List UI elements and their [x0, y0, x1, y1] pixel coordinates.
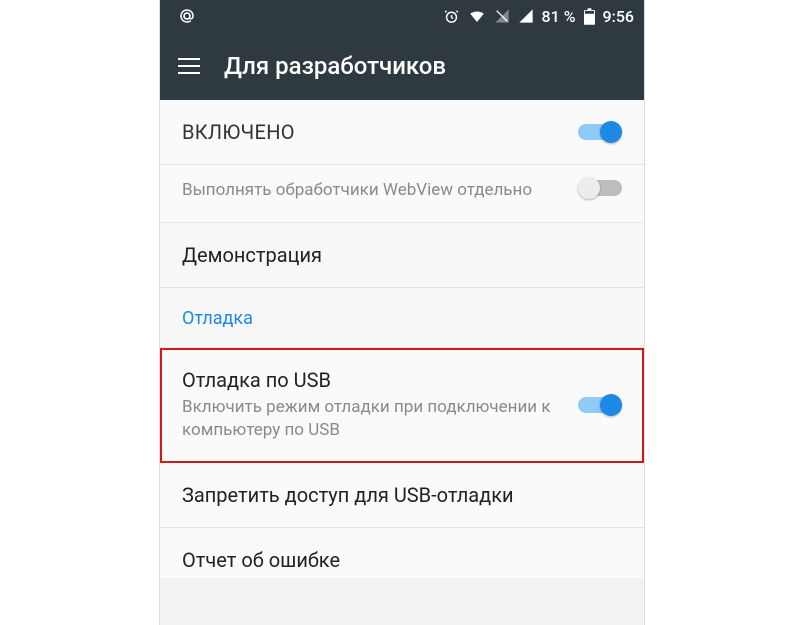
revoke-usb-label: Запретить доступ для USB-отладки [182, 483, 622, 507]
phone-frame: 81 % 9:56 Для разработчиков ВКЛЮЧЕНО Вып… [160, 0, 644, 625]
app-bar: Для разработчиков [160, 32, 644, 100]
settings-list: ВКЛЮЧЕНО Выполнять обработчики WebView о… [160, 100, 644, 578]
usb-debug-toggle[interactable] [578, 393, 622, 417]
webview-row[interactable]: Выполнять обработчики WebView отдельно [160, 165, 644, 223]
usb-debug-description: Включить режим отладки при подключении к… [182, 396, 558, 442]
wifi-icon [468, 7, 486, 25]
demo-label: Демонстрация [182, 243, 622, 267]
bug-report-label: Отчет об ошибке [182, 548, 622, 572]
status-bar: 81 % 9:56 [160, 0, 644, 32]
master-toggle-label: ВКЛЮЧЕНО [182, 120, 558, 144]
usb-debug-row[interactable]: Отладка по USB Включить режим отладки пр… [160, 348, 644, 463]
webview-description: Выполнять обработчики WebView отдельно [182, 179, 558, 202]
master-toggle[interactable] [578, 120, 622, 144]
debug-section-header: Отладка [160, 288, 644, 348]
battery-percent: 81 % [542, 7, 576, 26]
master-toggle-row[interactable]: ВКЛЮЧЕНО [160, 100, 644, 165]
battery-icon [584, 8, 595, 25]
clock: 9:56 [603, 7, 635, 26]
signal-icon [518, 8, 534, 24]
revoke-usb-row[interactable]: Запретить доступ для USB-отладки [160, 463, 644, 528]
demo-row[interactable]: Демонстрация [160, 223, 644, 288]
at-icon [178, 7, 196, 25]
menu-icon[interactable] [178, 58, 200, 74]
signal-nosim-icon [494, 8, 510, 24]
alarm-icon [443, 8, 460, 25]
bug-report-row[interactable]: Отчет об ошибке [160, 528, 644, 578]
page-title: Для разработчиков [224, 52, 446, 80]
usb-debug-title: Отладка по USB [182, 368, 558, 392]
webview-toggle[interactable] [578, 176, 622, 200]
